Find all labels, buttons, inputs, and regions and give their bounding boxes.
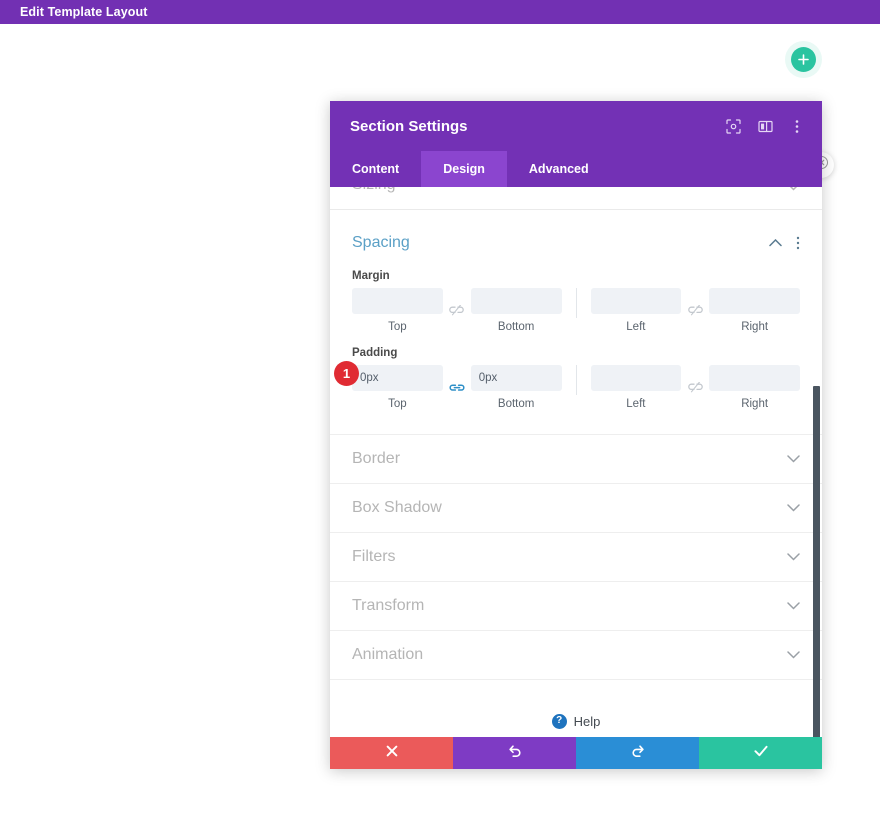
section-sizing[interactable]: Sizing [330,187,822,210]
padding-bottom-caption: Bottom [497,398,535,410]
section-spacing-more-vertical-icon[interactable] [796,236,800,250]
margin-row: Top Bottom Left Right [352,288,800,333]
padding-bottom-cell: Bottom [470,365,562,410]
section-sizing-label: Sizing [352,187,396,194]
save-button[interactable] [699,737,822,769]
padding-top-cell: Top [352,365,443,410]
chevron-down-icon [787,553,800,561]
margin-divider [575,288,577,318]
section-border-label: Border [352,450,401,467]
margin-right-caption: Right [741,321,769,333]
redo-icon [631,744,645,763]
section-settings-modal: Section Settings Content Design Advanced… [330,101,822,769]
modal-tab-bar: Content Design Advanced [330,151,822,187]
help-area[interactable]: ? Help [330,679,822,737]
margin-top-input[interactable] [352,288,443,314]
check-icon [753,744,768,762]
margin-bottom-cell: Bottom [470,288,562,333]
question-circle-icon: ? [551,713,567,729]
modal-footer [330,737,822,769]
margin-right-input[interactable] [709,288,800,314]
section-spacing-label: Spacing [352,234,410,251]
tab-advanced-label: Advanced [528,162,589,176]
spacing-fields: Margin Top Bottom Left Right Padding 1 0… [330,270,822,434]
margin-top-caption: Top [388,321,407,333]
margin-link-top-bottom-icon[interactable] [443,298,471,324]
padding-top-caption: Top [388,398,407,410]
margin-left-caption: Left [626,321,646,333]
padding-right-cell: Right [709,365,800,410]
padding-left-right-pair: Left Right [590,365,800,410]
modal-scrollbar-thumb[interactable] [813,386,820,737]
section-spacing: Spacing Margin Top Bottom Left Right Pad… [330,210,822,434]
section-filters-label: Filters [352,548,396,565]
margin-label: Margin [352,270,390,282]
section-spacing-header[interactable]: Spacing [330,210,822,256]
tab-content[interactable]: Content [330,151,421,187]
section-transform[interactable]: Transform [330,581,822,630]
padding-right-input[interactable] [709,365,800,391]
margin-link-left-right-icon[interactable] [681,298,709,324]
undo-button[interactable] [453,737,576,769]
modal-body: Sizing Spacing [330,187,822,737]
padding-top-bottom-pair: Top Bottom [352,365,562,410]
admin-bar: Edit Template Layout [0,0,880,24]
tab-advanced[interactable]: Advanced [507,151,611,187]
margin-top-cell: Top [352,288,443,333]
padding-right-caption: Right [741,398,769,410]
padding-left-caption: Left [626,398,646,410]
padding-left-cell: Left [590,365,682,410]
admin-bar-title: Edit Template Layout [20,5,148,19]
padding-link-left-right-icon[interactable] [681,375,709,401]
padding-label: Padding [352,347,398,359]
padding-bottom-input[interactable] [470,365,562,391]
margin-left-input[interactable] [590,288,682,314]
undo-icon [508,744,522,763]
margin-bottom-caption: Bottom [497,321,535,333]
redo-button[interactable] [576,737,699,769]
plus-icon [798,54,809,65]
add-section-button[interactable] [791,47,816,72]
section-animation[interactable]: Animation [330,630,822,679]
section-animation-label: Animation [352,646,424,663]
padding-left-input[interactable] [590,365,682,391]
margin-bottom-input[interactable] [470,288,562,314]
section-border[interactable]: Border [330,434,822,483]
padding-top-input[interactable] [352,365,443,391]
padding-link-top-bottom-icon[interactable] [443,375,471,401]
chevron-down-icon [787,455,800,463]
focus-icon[interactable] [724,117,742,135]
close-icon [386,744,398,762]
margin-left-cell: Left [590,288,682,333]
step-badge: 1 [334,361,359,386]
section-box-shadow[interactable]: Box Shadow [330,483,822,532]
padding-divider [575,365,577,395]
more-vertical-icon[interactable] [788,117,806,135]
padding-row: 1 Top [334,361,800,410]
modal-header-icons [724,117,806,135]
chevron-down-icon [787,504,800,512]
chevron-down-icon [787,602,800,610]
tab-design-label: Design [443,162,485,176]
modal-header: Section Settings [330,101,822,151]
modal-title: Section Settings [350,117,468,135]
layout-columns-icon[interactable] [756,117,774,135]
margin-top-bottom-pair: Top Bottom [352,288,562,333]
section-box-shadow-label: Box Shadow [352,499,442,516]
chevron-up-icon[interactable] [769,239,782,247]
section-filters[interactable]: Filters [330,532,822,581]
section-transform-label: Transform [352,597,425,614]
tab-design[interactable]: Design [421,151,507,187]
tab-content-label: Content [352,162,400,176]
chevron-down-icon [787,187,800,196]
help-label: Help [573,713,601,729]
chevron-down-icon [787,651,800,659]
cancel-button[interactable] [330,737,453,769]
margin-right-cell: Right [709,288,800,333]
margin-left-right-pair: Left Right [590,288,800,333]
